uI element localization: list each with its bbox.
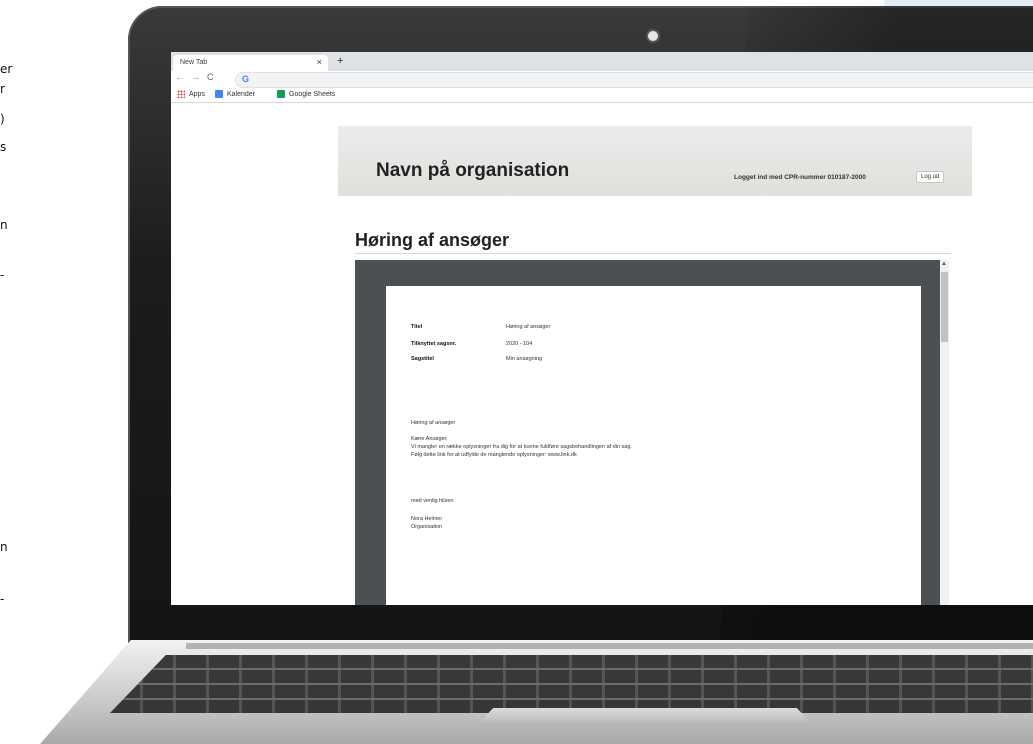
- bookmark-label: Google Sheets: [289, 90, 336, 98]
- meta-value-case-title: Min ansøgning: [506, 356, 543, 362]
- left-text-fragment: -: [0, 268, 5, 282]
- letter-line: Følg dette link for at udfylde de mangle…: [411, 452, 577, 458]
- sender-name: Nora Helmer: [411, 516, 443, 522]
- laptop-hinge: [186, 643, 1033, 649]
- left-text-fragment: ): [0, 112, 5, 126]
- letter-line: Vi mangler en række oplysninger fra dig …: [411, 444, 632, 450]
- keyboard-rows: [110, 655, 1033, 713]
- webcam-icon: [648, 31, 658, 41]
- new-tab-button[interactable]: +: [337, 55, 343, 67]
- sheets-icon: [277, 90, 285, 98]
- left-text-fragment: n: [0, 540, 8, 554]
- forward-icon[interactable]: →: [191, 72, 200, 82]
- tab-title: New Tab: [180, 59, 208, 66]
- scrollbar-thumb[interactable]: [941, 272, 948, 342]
- laptop-screen: New Tab × + ← → C G Apps Kalender Google…: [171, 52, 1033, 605]
- login-status: Logget ind med CPR-nummer 010187-2000: [734, 174, 866, 181]
- meta-label-title: Titel: [411, 324, 423, 330]
- close-icon[interactable]: ×: [317, 57, 322, 67]
- browser-tab-bar: New Tab × +: [171, 52, 1033, 71]
- bookmarks-bar: Apps Kalender Google Sheets: [171, 88, 1033, 103]
- left-text-fragment: s: [0, 140, 7, 154]
- bookmark-kalender[interactable]: Kalender: [215, 90, 255, 98]
- browser-toolbar: ← → C G: [171, 71, 1033, 88]
- meta-value-case-number: 2020 - 104: [506, 341, 533, 347]
- address-bar[interactable]: G: [235, 72, 1033, 88]
- browser-tab[interactable]: New Tab ×: [173, 55, 328, 71]
- meta-value-title: Høring af ansøger: [506, 324, 551, 330]
- back-icon[interactable]: ←: [175, 72, 184, 82]
- bookmark-apps[interactable]: Apps: [177, 90, 205, 98]
- left-text-fragment: er: [0, 62, 13, 76]
- left-text-fragment: -: [0, 592, 5, 606]
- trackpad: [480, 708, 810, 722]
- letter-closing: med venlig hilsen: [411, 498, 454, 504]
- scrollbar[interactable]: ▲: [940, 260, 949, 605]
- document-page: Titel Høring af ansøger Tilknyttet sagsn…: [386, 286, 921, 605]
- bookmark-label: Apps: [189, 90, 205, 98]
- google-icon: G: [242, 74, 250, 84]
- bookmark-google-sheets[interactable]: Google Sheets: [277, 90, 335, 98]
- letter-subject: Høring af ansøger: [411, 420, 456, 426]
- letter-greeting: Kære Ansøger,: [411, 436, 448, 442]
- logout-button[interactable]: Log ud: [916, 171, 945, 183]
- page-header: Navn på organisation Logget ind med CPR-…: [338, 126, 972, 196]
- page-title: Høring af ansøger: [355, 230, 510, 250]
- left-text-fragment: r: [0, 82, 5, 96]
- reload-icon[interactable]: C: [207, 72, 214, 82]
- calendar-icon: [215, 90, 223, 98]
- scroll-up-icon[interactable]: ▲: [941, 261, 947, 267]
- organisation-name: Navn på organisation: [376, 160, 570, 181]
- sender-organisation: Organisation: [411, 524, 443, 530]
- apps-grid-icon: [177, 90, 185, 98]
- left-text-fragment: n: [0, 218, 8, 232]
- heading-divider: [355, 253, 951, 254]
- meta-label-case-number: Tilknyttet sagsnr.: [411, 341, 457, 347]
- meta-label-case-title: Sagstitel: [411, 356, 434, 362]
- bookmark-label: Kalender: [227, 90, 256, 98]
